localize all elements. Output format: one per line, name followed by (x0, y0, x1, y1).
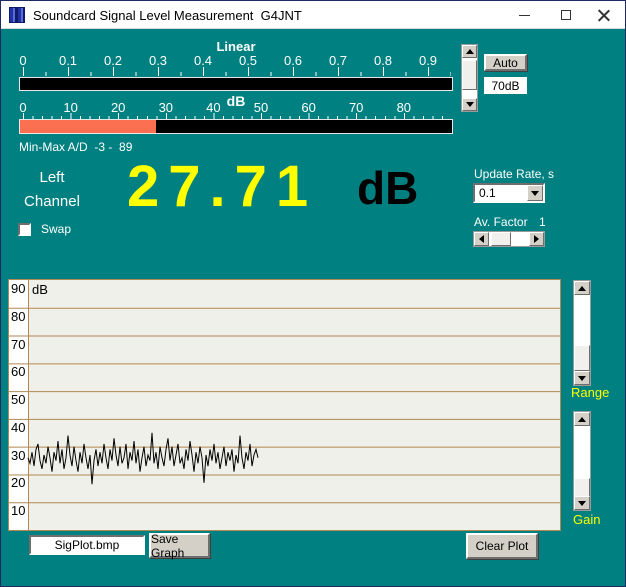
maximize-button[interactable] (549, 1, 583, 29)
scroll-down-button[interactable] (574, 371, 590, 385)
title-bar[interactable]: Soundcard Signal Level Measurement G4JNT (1, 1, 625, 29)
arrow-up-icon (466, 49, 474, 54)
y-axis-tick-label: 80 (11, 310, 25, 323)
y-axis-tick-label: 50 (11, 393, 25, 406)
gain-label: Gain (573, 512, 600, 527)
scrollbar-thumb[interactable] (574, 345, 590, 371)
scale-tick-label: 0 (19, 53, 26, 68)
db-reading-value: 27.71 (127, 153, 317, 220)
channel-line2: Channel (9, 190, 95, 214)
app-window: Soundcard Signal Level Measurement G4JNT… (0, 0, 626, 587)
save-graph-button[interactable]: Save Graph (149, 533, 210, 558)
y-axis-tick-label: 40 (11, 421, 25, 434)
av-factor-scrollbar[interactable] (473, 231, 545, 247)
app-icon (9, 7, 25, 23)
arrow-up-icon (578, 417, 586, 422)
update-rate-value: 0.1 (479, 186, 496, 200)
scale-tick-label: 0.6 (284, 53, 302, 68)
scrollbar-thumb[interactable] (462, 60, 477, 90)
db-scale-labels: 01020304050607080 (19, 100, 453, 114)
db-meter-fill (20, 120, 156, 133)
plot-unit-label: dB (32, 282, 48, 297)
scale-tick-label: 0.9 (419, 53, 437, 68)
linear-level-bar (19, 77, 453, 91)
minimize-button[interactable] (507, 1, 541, 29)
scroll-left-button[interactable] (474, 232, 489, 246)
signal-plot: 90 80 70 60 50 40 30 20 10 dB (8, 279, 561, 531)
y-axis-tick-label: 60 (11, 365, 25, 378)
arrow-left-icon (479, 235, 484, 243)
auto-button[interactable]: Auto (484, 54, 527, 71)
minimize-icon (519, 15, 530, 16)
update-rate-label: Update Rate, s (474, 167, 554, 181)
linear-scale-labels: 0 0.1 0.2 0.3 0.4 0.5 0.6 0.7 0.8 0.9 (19, 53, 453, 67)
scroll-up-button[interactable] (574, 281, 590, 295)
db-level-bar (19, 119, 453, 134)
arrow-down-icon (466, 102, 474, 107)
y-axis-tick-label: 70 (11, 338, 25, 351)
y-axis-tick-label: 10 (11, 504, 25, 517)
scale-tick-label: 0.7 (329, 53, 347, 68)
channel-label: Left Channel (9, 166, 95, 214)
swap-checkbox[interactable] (18, 223, 31, 236)
swap-checkbox-label: Swap (41, 222, 71, 236)
scrollbar-thumb[interactable] (574, 478, 590, 498)
linear-scale-title: Linear (1, 39, 471, 54)
arrow-right-icon (534, 235, 539, 243)
scroll-right-button[interactable] (529, 232, 544, 246)
maximize-icon (561, 10, 571, 20)
update-rate-dropdown[interactable]: 0.1 (473, 183, 545, 203)
scroll-down-button[interactable] (574, 496, 590, 510)
scale-tick-label: 0.2 (104, 53, 122, 68)
y-axis-tick-label: 90 (11, 282, 25, 295)
window-title: Soundcard Signal Level Measurement G4JNT (33, 8, 302, 23)
scroll-down-button[interactable] (462, 98, 477, 111)
filename-input[interactable] (29, 535, 145, 555)
range-label: Range (571, 385, 609, 400)
scrollbar-thumb[interactable] (491, 232, 511, 246)
minmax-readout: Min-Max A/D -3 - 89 (19, 140, 132, 154)
arrow-up-icon (578, 286, 586, 291)
close-icon (598, 9, 610, 21)
scale-tick-label: 0.1 (59, 53, 77, 68)
scale-tick-label: 0.4 (194, 53, 212, 68)
scroll-up-button[interactable] (462, 45, 477, 58)
y-axis-tick-label: 30 (11, 449, 25, 462)
scale-tick-label: 0.3 (149, 53, 167, 68)
linear-scale-ticks (19, 67, 453, 76)
plot-canvas (9, 280, 560, 530)
av-factor-value: 1 (539, 215, 546, 229)
meter-range-scrollbar[interactable] (461, 44, 478, 112)
scale-tick-label: 0.5 (239, 53, 257, 68)
av-factor-label: Av. Factor (474, 215, 528, 229)
db-reading-unit: dB (357, 161, 418, 215)
range-scrollbar[interactable] (573, 280, 591, 386)
preset-70db-button[interactable]: 70dB (484, 77, 527, 94)
gain-scrollbar[interactable] (573, 411, 591, 511)
close-button[interactable] (587, 1, 621, 29)
scale-tick-label: 0.8 (374, 53, 392, 68)
chevron-down-icon (531, 191, 539, 196)
arrow-down-icon (578, 376, 586, 381)
channel-line1: Left (9, 166, 95, 190)
scroll-up-button[interactable] (574, 412, 590, 426)
y-axis-tick-label: 20 (11, 476, 25, 489)
dropdown-button[interactable] (527, 185, 543, 201)
linear-minor-ticks (23, 72, 451, 76)
arrow-down-icon (578, 501, 586, 506)
clear-plot-button[interactable]: Clear Plot (466, 533, 538, 559)
